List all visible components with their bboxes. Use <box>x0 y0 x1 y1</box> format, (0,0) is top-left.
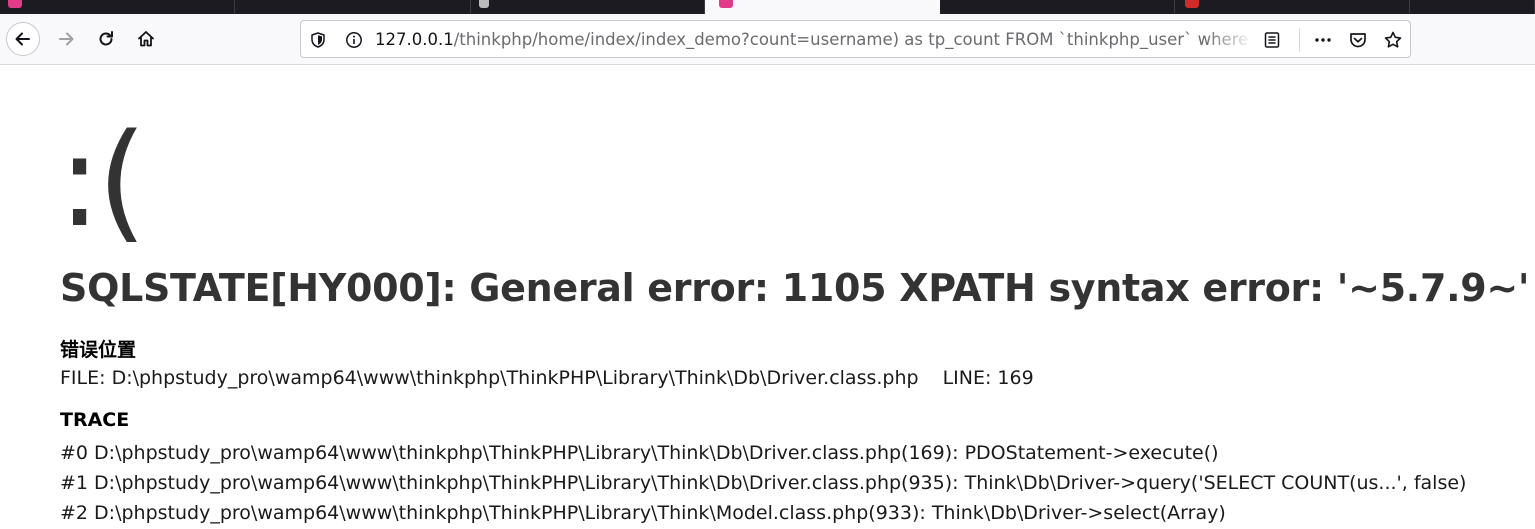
reload-icon <box>99 31 113 46</box>
tab-favicon-icon <box>1185 0 1199 8</box>
home-icon <box>138 31 154 47</box>
pocket-icon[interactable] <box>1347 29 1369 51</box>
error-file-path: FILE: D:\phpstudy_pro\wamp64\www\thinkph… <box>60 367 919 389</box>
trace-line: #0 D:\phpstudy_pro\wamp64\www\thinkphp\T… <box>60 442 1219 464</box>
url-fade <box>1205 23 1255 55</box>
tab[interactable] <box>1410 0 1535 14</box>
tab-favicon-icon <box>8 0 22 8</box>
address-bar[interactable]: 127.0.0.1/thinkphp/home/index/index_demo… <box>300 20 1411 58</box>
trace-heading: TRACE <box>60 409 130 431</box>
site-info-icon[interactable] <box>343 29 365 51</box>
tab-strip <box>0 0 1535 14</box>
bookmark-star-icon[interactable] <box>1382 29 1404 51</box>
back-button[interactable] <box>6 22 40 56</box>
error-line-number: LINE: 169 <box>942 367 1034 389</box>
tab-active[interactable] <box>705 0 940 14</box>
trace-line: #1 D:\phpstudy_pro\wamp64\www\thinkphp\T… <box>60 472 1467 494</box>
trace-line: #2 D:\phpstudy_pro\wamp64\www\thinkphp\T… <box>60 502 1226 524</box>
url-separator <box>1299 28 1300 52</box>
reader-view-icon[interactable] <box>1261 29 1283 51</box>
url-text[interactable]: 127.0.0.1/thinkphp/home/index/index_demo… <box>375 30 1255 49</box>
reload-button[interactable] <box>89 22 123 56</box>
page-actions-menu-icon[interactable] <box>1312 29 1334 51</box>
tab[interactable] <box>235 0 471 14</box>
back-arrow-icon <box>15 32 30 46</box>
error-location-heading: 错误位置 <box>60 339 137 361</box>
home-button[interactable] <box>129 22 163 56</box>
navigation-toolbar: 127.0.0.1/thinkphp/home/index/index_demo… <box>0 14 1535 65</box>
error-file-line: FILE: D:\phpstudy_pro\wamp64\www\thinkph… <box>60 367 1034 389</box>
tab[interactable] <box>940 0 1175 14</box>
url-path: /thinkphp/home/index/index_demo?count=us… <box>453 30 1255 49</box>
forward-arrow-icon <box>59 32 74 46</box>
tab[interactable] <box>471 0 705 14</box>
tab-favicon-icon <box>719 0 733 8</box>
sad-face-emoticon: :( <box>58 107 147 256</box>
forward-button[interactable] <box>49 22 83 56</box>
tab-favicon-icon <box>479 0 489 8</box>
tab[interactable] <box>0 0 235 14</box>
tab[interactable] <box>1175 0 1410 14</box>
url-host: 127.0.0.1 <box>375 30 454 49</box>
error-message-title: SQLSTATE[HY000]: General error: 1105 XPA… <box>60 266 1530 310</box>
tracking-protection-shield-icon[interactable] <box>307 29 329 51</box>
